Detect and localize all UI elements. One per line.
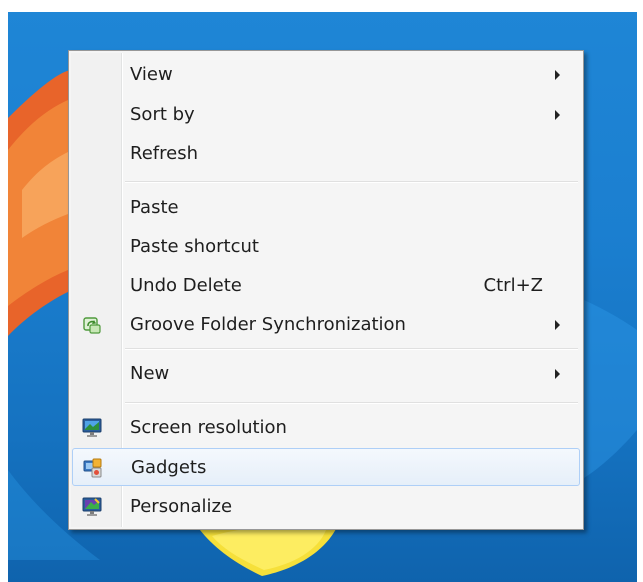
menu-item-label: Paste shortcut: [130, 236, 259, 257]
menu-item-refresh[interactable]: Refresh: [72, 135, 580, 173]
menu-separator: [125, 348, 578, 349]
menu-item-label: Refresh: [130, 143, 198, 164]
submenu-arrow-icon: [555, 369, 560, 379]
menu-item-label: Gadgets: [131, 457, 207, 478]
menu-item-paste[interactable]: Paste: [72, 189, 580, 227]
menu-separator: [125, 181, 578, 182]
submenu-arrow-icon: [555, 110, 560, 120]
menu-item-new[interactable]: New: [72, 355, 580, 393]
menu-item-shortcut: Ctrl+Z: [483, 275, 543, 296]
menu-item-view[interactable]: View: [72, 56, 580, 94]
menu-separator: [125, 402, 578, 403]
menu-item-undo-delete[interactable]: Undo Delete Ctrl+Z: [72, 267, 580, 305]
groove-sync-icon: [83, 317, 101, 334]
menu-item-label: View: [130, 64, 173, 85]
screen-top-edge: [0, 0, 643, 12]
submenu-arrow-icon: [555, 70, 560, 80]
submenu-arrow-icon: [555, 320, 560, 330]
menu-item-screen-resolution[interactable]: Screen resolution: [72, 409, 580, 447]
menu-item-personalize[interactable]: Personalize: [72, 488, 580, 526]
menu-item-label: Personalize: [130, 496, 233, 517]
menu-item-label: Undo Delete: [130, 275, 242, 296]
menu-item-label: Screen resolution: [130, 417, 287, 438]
screen-left-edge: [0, 0, 8, 582]
screen-right-edge: [637, 0, 643, 582]
gadgets-icon: [83, 458, 102, 478]
menu-item-sort-by[interactable]: Sort by: [72, 96, 580, 134]
menu-item-paste-shortcut[interactable]: Paste shortcut: [72, 228, 580, 266]
menu-item-label: New: [130, 363, 170, 384]
menu-item-label: Groove Folder Synchronization: [130, 314, 406, 335]
personalize-icon: [82, 497, 102, 516]
monitor-icon: [82, 418, 102, 437]
menu-item-gadgets[interactable]: Gadgets: [72, 448, 580, 486]
menu-item-groove-folder-sync[interactable]: Groove Folder Synchronization: [72, 306, 580, 344]
desktop-context-menu: View Sort by Refresh Paste Paste shortcu…: [68, 50, 584, 530]
menu-item-label: Sort by: [130, 104, 195, 125]
menu-item-label: Paste: [130, 197, 179, 218]
